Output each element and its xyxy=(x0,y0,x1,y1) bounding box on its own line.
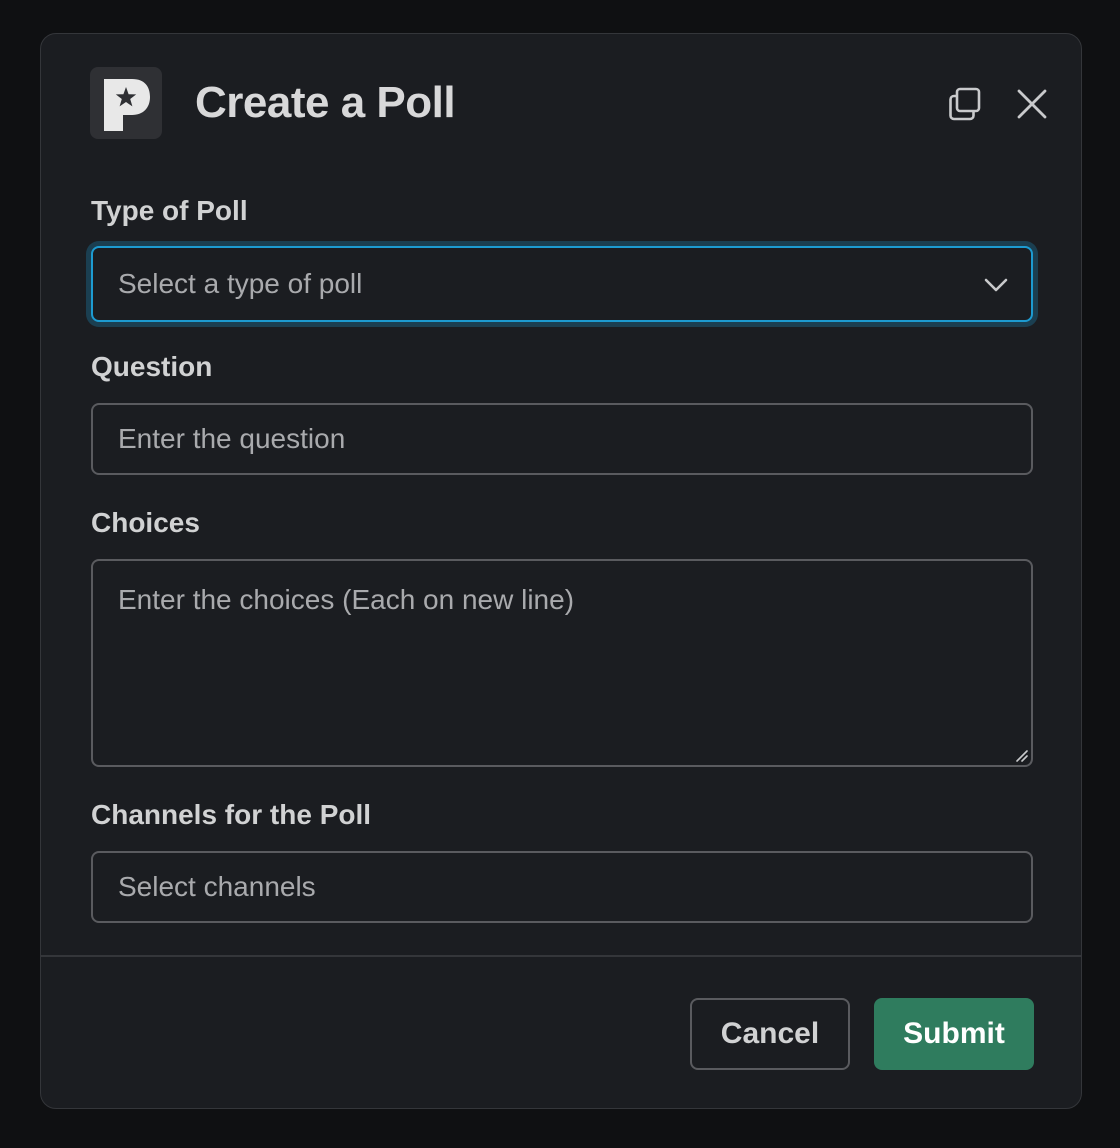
popout-icon xyxy=(949,87,981,121)
channels-label: Channels for the Poll xyxy=(91,799,372,830)
create-poll-modal: Create a Poll Type of Poll Select a type… xyxy=(40,33,1082,1109)
channels-placeholder: Select channels xyxy=(118,871,316,902)
modal-header: Create a Poll xyxy=(90,67,1047,141)
channels-select[interactable]: Select channels xyxy=(91,851,1033,923)
resize-handle-icon[interactable] xyxy=(1014,748,1028,762)
choices-label: Choices xyxy=(91,507,200,538)
question-placeholder: Enter the question xyxy=(118,423,346,454)
submit-button[interactable]: Submit xyxy=(874,998,1034,1070)
poll-type-placeholder: Select a type of poll xyxy=(118,268,363,299)
question-label: Question xyxy=(91,351,213,382)
close-button[interactable] xyxy=(1013,85,1051,123)
poll-app-icon xyxy=(90,67,162,139)
popout-button[interactable] xyxy=(946,85,984,123)
cancel-button[interactable]: Cancel xyxy=(690,998,850,1070)
poll-type-label: Type of Poll xyxy=(91,195,248,226)
close-icon xyxy=(1017,89,1047,119)
poll-type-select[interactable]: Select a type of poll xyxy=(91,246,1033,322)
question-input[interactable]: Enter the question xyxy=(91,403,1033,475)
choices-placeholder: Enter the choices (Each on new line) xyxy=(118,584,575,615)
footer-divider xyxy=(41,955,1081,957)
modal-title: Create a Poll xyxy=(195,78,456,127)
chevron-down-icon xyxy=(984,278,1008,292)
choices-textarea[interactable]: Enter the choices (Each on new line) xyxy=(91,559,1033,767)
